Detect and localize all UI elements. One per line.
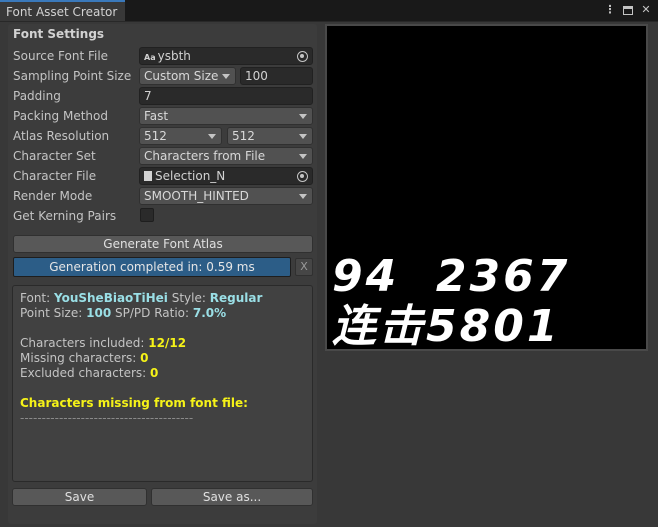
charset-label: Character Set (13, 149, 96, 163)
kerning-label: Get Kerning Pairs (13, 209, 117, 223)
preview-glyphs-line-2: 连击5801 (332, 301, 561, 351)
source-font-label: Source Font File (13, 49, 109, 63)
character-set-value: Characters from File (144, 149, 266, 163)
missing-chars-header: Characters missing from font file: (20, 396, 248, 410)
row-source-font: Source Font File Aa ysbth (13, 47, 313, 65)
chars-included-label: Characters included: (20, 336, 145, 350)
atlas-height-dropdown[interactable]: 512 (227, 127, 313, 145)
tab-font-asset-creator[interactable]: Font Asset Creator (0, 0, 125, 21)
padding-label: Padding (13, 89, 61, 103)
sampling-size-input[interactable]: 100 (240, 67, 313, 85)
chevron-down-icon (222, 74, 230, 79)
source-font-value: ysbth (157, 49, 191, 63)
packing-method-value: Fast (144, 109, 169, 123)
missing-chars-value: 0 (140, 351, 149, 365)
close-icon[interactable]: ✕ (640, 3, 652, 17)
object-picker-icon[interactable] (297, 171, 308, 182)
maximize-icon[interactable] (622, 3, 634, 17)
render-mode-label: Render Mode (13, 189, 93, 203)
source-font-field[interactable]: Aa ysbth (139, 47, 313, 65)
style-value: Regular (209, 291, 263, 305)
sampling-label: Sampling Point Size (13, 69, 132, 83)
atlas-label: Atlas Resolution (13, 129, 110, 143)
point-size-value: 100 (86, 306, 112, 320)
packing-label: Packing Method (13, 109, 108, 123)
missing-chars-label: Missing characters: (20, 351, 137, 365)
clear-progress-button[interactable]: X (295, 258, 313, 276)
point-size-line: Point Size: 100 SP/PD Ratio: 7.0% (20, 306, 312, 321)
char-file-label: Character File (13, 169, 97, 183)
chevron-down-icon (208, 134, 216, 139)
row-sampling-point-size: Sampling Point Size Custom Size 100 (13, 67, 313, 85)
text-file-icon (144, 171, 152, 181)
window-content: Font Settings Source Font File Aa ysbth S… (0, 22, 658, 527)
chevron-down-icon (299, 154, 307, 159)
row-padding: Padding 7 (13, 87, 313, 105)
section-title: Font Settings (13, 27, 105, 41)
atlas-preview: 94 2367 连击5801 (325, 24, 648, 351)
character-file-value: Selection_N (155, 169, 226, 183)
row-atlas-resolution: Atlas Resolution 512 512 (13, 127, 313, 145)
chars-included-line: Characters included: 12/12 (20, 336, 312, 351)
save-button[interactable]: Save (12, 488, 147, 506)
chars-included-value: 12/12 (148, 336, 187, 350)
font-asset-icon: Aa (144, 53, 156, 62)
preview-glyphs-line-1: 94 2367 (332, 251, 571, 302)
row-character-file: Character File Selection_N (13, 167, 313, 185)
row-character-set: Character Set Characters from File (13, 147, 313, 165)
atlas-width-dropdown[interactable]: 512 (139, 127, 222, 145)
progress-text: Generation completed in: 0.59 ms (49, 260, 255, 274)
save-as-button[interactable]: Save as... (151, 488, 313, 506)
style-label: Style: (171, 291, 206, 305)
separator-line: ---------------------------------------- (20, 411, 194, 425)
excluded-chars-label: Excluded characters: (20, 366, 147, 380)
character-set-dropdown[interactable]: Characters from File (139, 147, 313, 165)
chevron-down-icon (299, 114, 307, 119)
missing-chars-line: Missing characters: 0 (20, 351, 312, 366)
sampling-mode-value: Custom Size (144, 69, 219, 83)
padding-input[interactable]: 7 (139, 87, 313, 105)
point-size-label: Point Size: (20, 306, 83, 320)
character-file-field[interactable]: Selection_N (139, 167, 313, 185)
atlas-width-value: 512 (144, 129, 167, 143)
generation-progress-bar: Generation completed in: 0.59 ms (13, 257, 291, 277)
font-name-value: YouSheBiaoTiHei (54, 291, 168, 305)
render-mode-value: SMOOTH_HINTED (144, 189, 249, 203)
chevron-down-icon (299, 134, 307, 139)
window-controls: ⋮ ✕ (604, 3, 652, 17)
font-label: Font: (20, 291, 51, 305)
kerning-checkbox[interactable] (140, 208, 154, 222)
packing-method-dropdown[interactable]: Fast (139, 107, 313, 125)
chevron-down-icon (299, 194, 307, 199)
window-title-bar: Font Asset Creator ⋮ ✕ (0, 0, 658, 21)
excluded-chars-value: 0 (150, 366, 159, 380)
object-picker-icon[interactable] (297, 51, 308, 62)
sampling-mode-dropdown[interactable]: Custom Size (139, 67, 236, 85)
ratio-value: 7.0% (192, 306, 227, 320)
row-render-mode: Render Mode SMOOTH_HINTED (13, 187, 313, 205)
font-info-box: Font: YouSheBiaoTiHei Style: Regular Poi… (12, 285, 313, 482)
row-kerning-pairs: Get Kerning Pairs (13, 207, 313, 225)
atlas-height-value: 512 (232, 129, 255, 143)
font-info-line: Font: YouSheBiaoTiHei Style: Regular (20, 291, 312, 306)
render-mode-dropdown[interactable]: SMOOTH_HINTED (139, 187, 313, 205)
ratio-label: SP/PD Ratio: (115, 306, 190, 320)
settings-panel: Font Settings Source Font File Aa ysbth S… (8, 24, 317, 524)
row-packing-method: Packing Method Fast (13, 107, 313, 125)
kebab-menu-icon[interactable]: ⋮ (604, 3, 616, 17)
excluded-chars-line: Excluded characters: 0 (20, 366, 312, 381)
generate-font-atlas-button[interactable]: Generate Font Atlas (13, 235, 313, 253)
